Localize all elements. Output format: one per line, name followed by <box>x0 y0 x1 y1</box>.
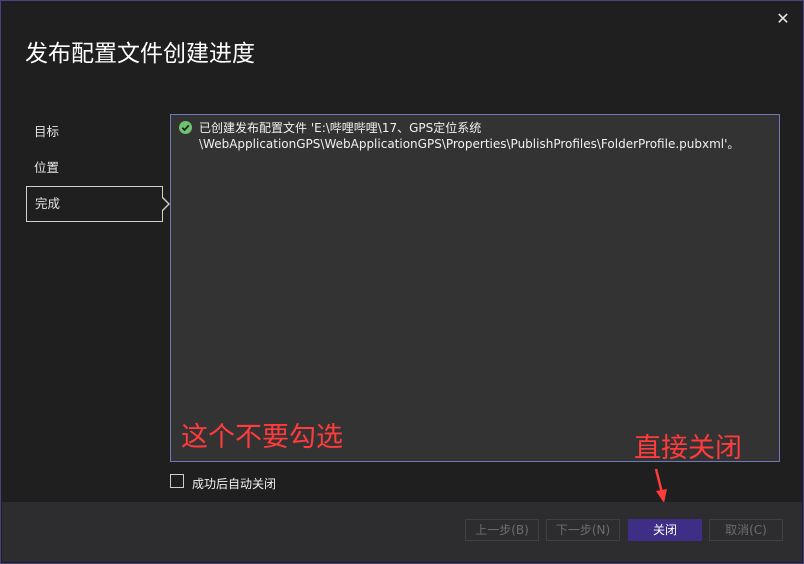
annotation-close-directly: 直接关闭 <box>634 433 742 464</box>
dialog-title: 发布配置文件创建进度 <box>25 41 255 67</box>
step-finish[interactable]: 完成 <box>26 186 170 222</box>
prev-button[interactable]: 上一步(B) <box>465 519 539 541</box>
close-on-success-label: 成功后自动关闭 <box>192 477 277 491</box>
log-message: 已创建发布配置文件 'E:\哔哩哔哩\17、GPS定位系统\WebApplica… <box>199 121 740 151</box>
step-finish-label: 完成 <box>35 196 61 211</box>
success-check-icon <box>179 121 192 134</box>
log-entry: 已创建发布配置文件 'E:\哔哩哔哩\17、GPS定位系统\WebApplica… <box>179 120 769 152</box>
cancel-button[interactable]: 取消(C) <box>709 519 783 541</box>
step-location[interactable]: 位置 <box>26 150 163 186</box>
annotation-dont-check: 这个不要勾选 <box>181 422 343 453</box>
close-on-success-checkbox[interactable] <box>170 474 184 488</box>
close-icon[interactable]: ✕ <box>775 11 791 27</box>
step-location-label: 位置 <box>34 160 60 175</box>
next-button[interactable]: 下一步(N) <box>546 519 620 541</box>
annotation-arrow-icon <box>654 468 667 503</box>
step-target-label: 目标 <box>34 124 60 139</box>
publish-progress-dialog: ✕ 发布配置文件创建进度 目标 位置 完成 已创建发布配置文件 'E:\哔哩哔哩… <box>0 0 804 564</box>
step-target[interactable]: 目标 <box>26 114 163 150</box>
progress-log: 已创建发布配置文件 'E:\哔哩哔哩\17、GPS定位系统\WebApplica… <box>170 114 780 462</box>
wizard-steps: 目标 位置 完成 <box>26 114 170 222</box>
close-button[interactable]: 关闭 <box>628 519 702 541</box>
dialog-footer: 上一步(B) 下一步(N) 关闭 取消(C) <box>2 502 802 562</box>
